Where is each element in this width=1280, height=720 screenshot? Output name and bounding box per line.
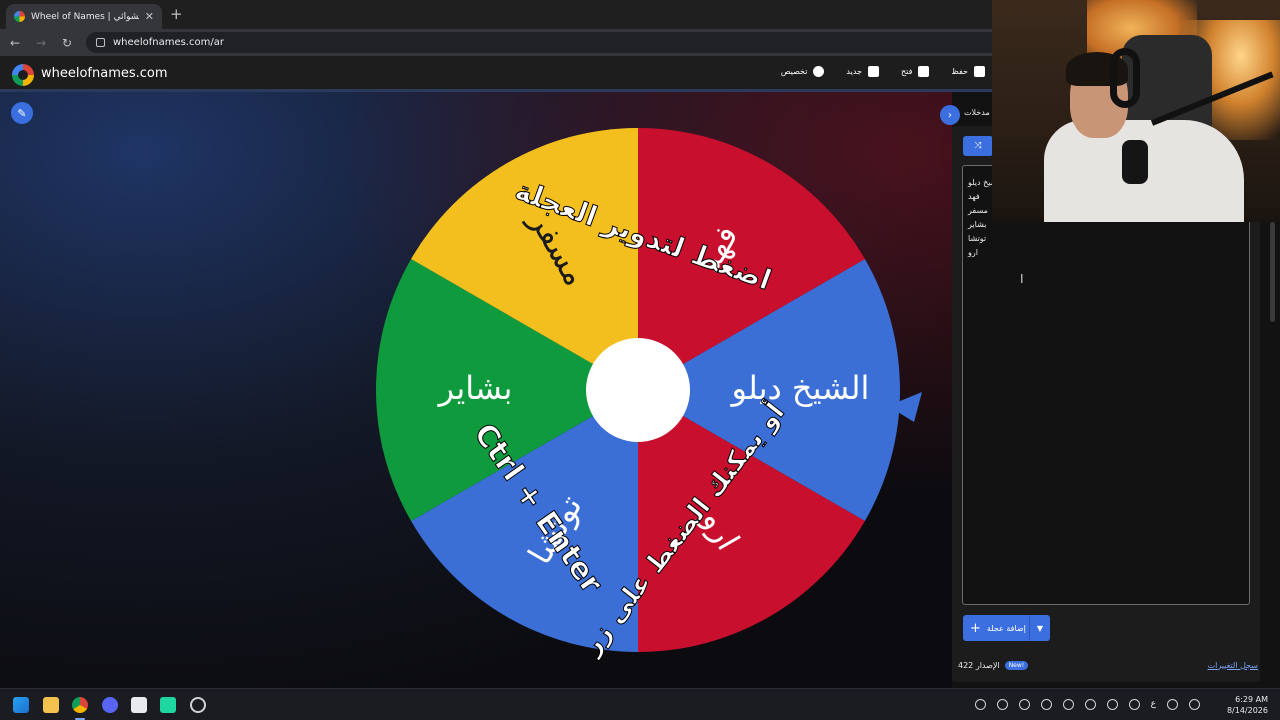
microphone-icon (1122, 140, 1148, 184)
customize-label: تخصيص (780, 67, 808, 76)
collapse-panel-button[interactable]: › (940, 105, 960, 125)
wheel-center[interactable] (586, 338, 690, 442)
clock-time: 6:29 AM (1235, 695, 1268, 704)
browser-tab[interactable]: Wheel of Names | اسم العشوائي ✕ (6, 4, 162, 29)
entry-line: توتشا (968, 234, 987, 243)
pencil-icon: ✎ (17, 106, 27, 120)
new-badge: New! (1004, 660, 1029, 670)
tab-entries[interactable]: مدخلات (964, 108, 990, 117)
tray-usb-icon[interactable] (1106, 699, 1118, 710)
discord-icon[interactable] (102, 697, 118, 713)
app-green-icon[interactable] (160, 697, 176, 713)
clock-date: 8/14/2026 (1226, 706, 1268, 715)
obs-icon[interactable] (190, 697, 206, 713)
url-text: wheelofnames.com/ar (113, 37, 224, 48)
address-bar[interactable]: wheelofnames.com/ar (86, 32, 1026, 53)
palette-icon (813, 66, 825, 77)
wifi-icon[interactable] (1167, 699, 1178, 710)
screen: Wheel of Names | اسم العشوائي ✕ + ← → ↻ … (0, 0, 1280, 720)
input-language[interactable]: ع (1151, 699, 1156, 710)
wheel-segment-label: الشيخ ديلو (729, 369, 869, 407)
new-file-icon (868, 66, 879, 77)
windows-start-icon[interactable] (13, 697, 29, 713)
new-tab-icon[interactable]: + (170, 5, 183, 23)
customize-button[interactable]: تخصيص (781, 66, 825, 77)
chevron-right-icon: › (948, 109, 952, 121)
tray-mic-icon[interactable] (1128, 699, 1140, 710)
tray-battery-icon[interactable] (1040, 699, 1052, 710)
webcam-overlay (992, 0, 1280, 222)
reload-icon[interactable]: ↻ (56, 32, 78, 54)
shuffle-button[interactable]: ⤨ (963, 136, 993, 156)
tray-app3-icon[interactable] (1084, 699, 1096, 710)
save-label: حفظ (951, 67, 968, 76)
tab-title: Wheel of Names | اسم العشوائي (31, 11, 139, 22)
entries-textarea[interactable]: الشيخ ديلو فهد مسفر بشاير توتشا ارو (962, 165, 1250, 605)
tray-nvidia-icon[interactable] (996, 699, 1008, 710)
version-label: الإصدار 422 (958, 660, 1000, 670)
close-tab-icon[interactable]: ✕ (145, 10, 154, 23)
shuffle-icon: ⤨ (974, 141, 982, 151)
wheel-segment-label: بشاير (437, 369, 513, 407)
open-label: فتح (901, 67, 913, 76)
folder-open-icon (918, 66, 930, 77)
forward-icon[interactable]: → (30, 32, 52, 54)
volume-icon[interactable] (1189, 699, 1200, 710)
tray-discord-icon[interactable] (1018, 699, 1030, 710)
text-cursor-icon: I (1020, 272, 1024, 286)
site-info-icon[interactable] (96, 38, 105, 47)
add-wheel-button[interactable]: + إضافة عجلة ▼ (963, 615, 1050, 641)
system-tray: ع (974, 699, 1200, 710)
new-label: جديد (846, 67, 862, 76)
tray-app2-icon[interactable] (1062, 699, 1074, 710)
add-wheel-main[interactable]: + إضافة عجلة (963, 621, 1029, 636)
wheel-area: ✎ الشيخ ديلو ارو توتشا بشاير مسفر فهد اضغط لت… (0, 92, 952, 688)
clock[interactable]: 6:29 AM 8/14/2026 (1227, 694, 1268, 716)
back-icon[interactable]: ← (4, 32, 26, 54)
plus-icon: + (970, 620, 981, 636)
new-button[interactable]: جديد (846, 66, 879, 77)
edit-wheel-button[interactable]: ✎ (11, 102, 33, 124)
panel-footer: الإصدار 422 New! سجل التغييرات (958, 658, 1258, 672)
save-button[interactable]: حفظ (951, 66, 985, 77)
tray-app-icon[interactable] (974, 699, 986, 710)
logo-icon[interactable] (12, 64, 34, 86)
app-menu: حفظ فتح جديد تخصيص (781, 66, 985, 77)
brand-name[interactable]: wheelofnames.com (41, 66, 168, 81)
chrome-icon[interactable] (72, 697, 88, 713)
entries-scrollbar[interactable] (1270, 222, 1275, 322)
wheel-favicon-icon (14, 11, 25, 22)
app-icon[interactable] (131, 697, 147, 713)
add-wheel-label: إضافة عجلة (986, 623, 1026, 633)
entry-line: ارو (968, 248, 978, 257)
wheel[interactable]: الشيخ ديلواروتوتشابشايرمسفر فهد اضغط لتدو… (370, 124, 930, 684)
save-icon (974, 66, 985, 77)
windows-taskbar: ع 6:29 AM 8/14/2026 (0, 688, 1280, 720)
open-button[interactable]: فتح (901, 66, 930, 77)
changelog-link[interactable]: سجل التغييرات (1208, 661, 1258, 670)
chevron-down-icon: ▼ (1036, 623, 1044, 633)
file-explorer-icon[interactable] (43, 697, 59, 713)
headset-icon (1110, 48, 1140, 108)
add-wheel-dropdown[interactable]: ▼ (1029, 615, 1050, 641)
